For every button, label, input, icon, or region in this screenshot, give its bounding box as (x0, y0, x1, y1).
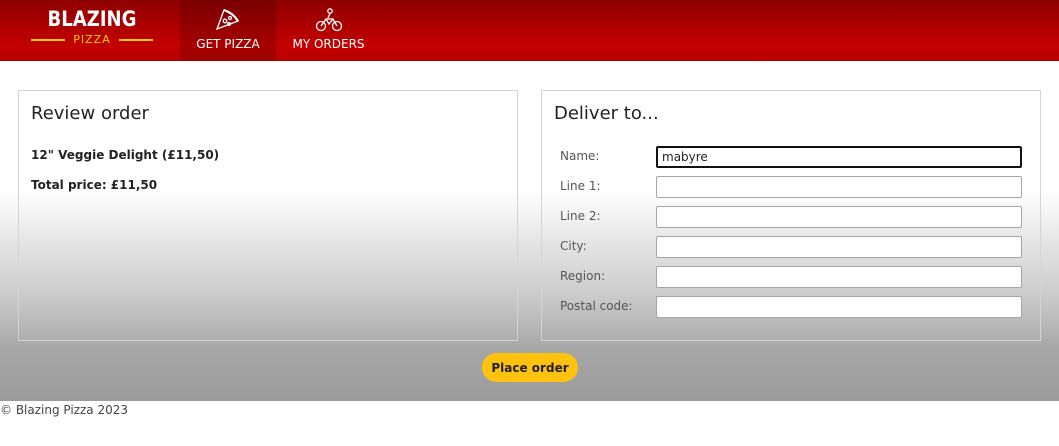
brand-subtitle-row: PIZZA (22, 33, 162, 46)
postal-code-field[interactable] (656, 296, 1022, 318)
line2-field[interactable] (656, 206, 1022, 228)
field-row-postal-code: Postal code: (560, 296, 1023, 318)
top-bar: BLAZING PIZZA GET PIZZA MY ORDERS (0, 0, 1059, 61)
nav-tab-my-orders[interactable]: MY ORDERS (283, 0, 374, 61)
name-field[interactable] (656, 146, 1022, 168)
pizza-slice-icon (215, 8, 239, 31)
deliver-to-heading: Deliver to... (554, 103, 659, 124)
line1-label: Line 1: (560, 179, 601, 193)
line2-label: Line 2: (560, 209, 601, 223)
nav-label-my-orders: MY ORDERS (292, 37, 365, 51)
postal-code-label: Postal code: (560, 299, 633, 313)
city-label: City: (560, 239, 587, 253)
field-row-region: Region: (560, 266, 1023, 288)
review-order-panel: Review order 12" Veggie Delight (£11,50)… (18, 90, 518, 341)
footer-copyright: © Blazing Pizza 2023 (0, 403, 129, 417)
total-price: Total price: £11,50 (31, 178, 158, 192)
field-row-line2: Line 2: (560, 206, 1023, 228)
checkout-main: Review order 12" Veggie Delight (£11,50)… (0, 61, 1059, 401)
nav-tab-get-pizza[interactable]: GET PIZZA (180, 0, 276, 61)
brand-logo[interactable]: BLAZING PIZZA (22, 6, 162, 54)
line1-field[interactable] (656, 176, 1022, 198)
brand-subtitle: PIZZA (73, 33, 111, 46)
deliver-to-panel: Deliver to... Name: Line 1: Line 2: City… (541, 90, 1041, 341)
field-row-line1: Line 1: (560, 176, 1023, 198)
place-order-button[interactable]: Place order (482, 353, 578, 382)
city-field[interactable] (656, 236, 1022, 258)
nav-label-get-pizza: GET PIZZA (196, 37, 260, 51)
motorbike-icon (315, 8, 342, 32)
brand-title: BLAZING (47, 7, 137, 31)
brand-rule-left (31, 38, 66, 41)
field-row-name: Name: (560, 146, 1023, 168)
region-field[interactable] (656, 266, 1022, 288)
review-order-heading: Review order (31, 103, 149, 124)
field-row-city: City: (560, 236, 1023, 258)
brand-rule-right (118, 38, 153, 41)
region-label: Region: (560, 269, 606, 283)
order-item: 12" Veggie Delight (£11,50) (31, 148, 220, 162)
name-label: Name: (560, 149, 600, 163)
